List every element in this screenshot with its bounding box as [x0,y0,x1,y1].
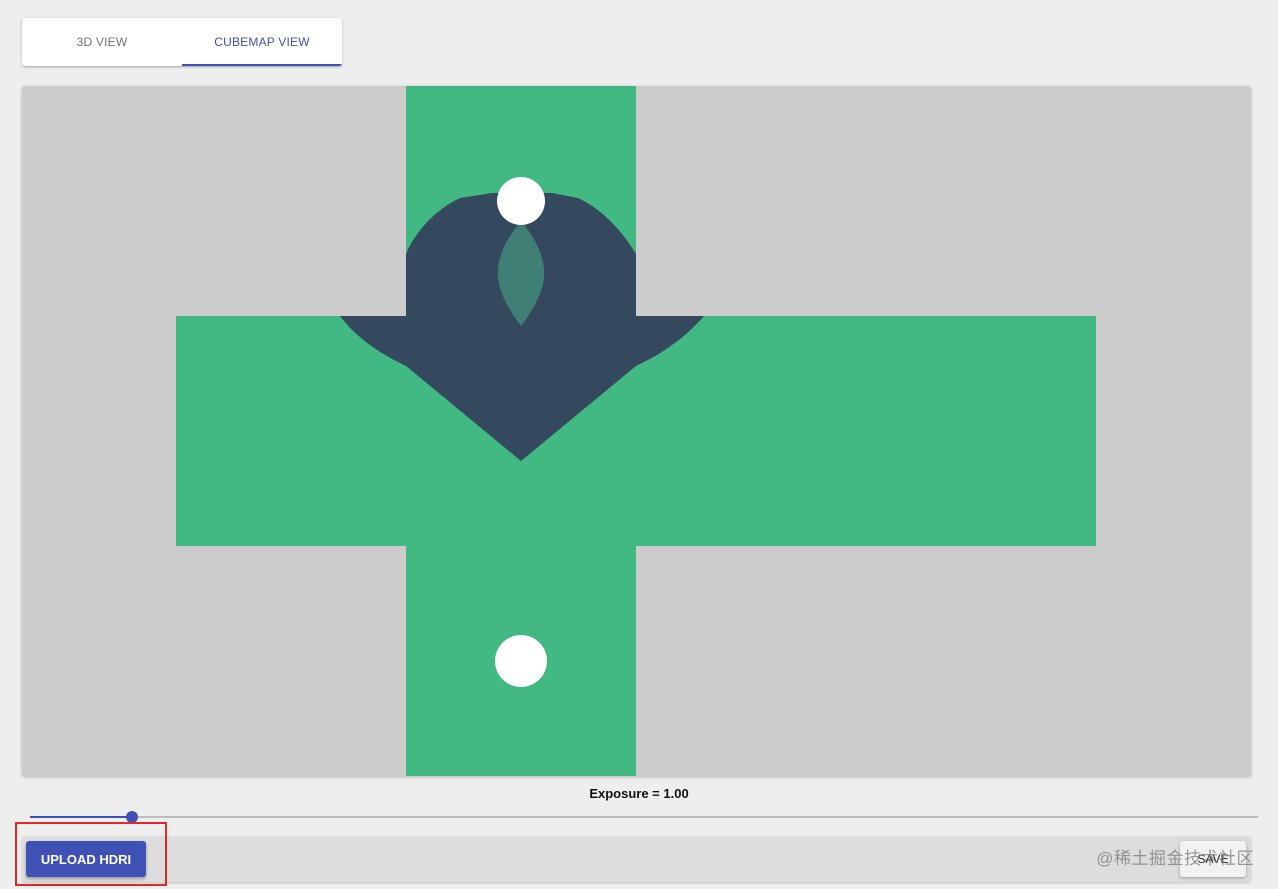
view-tabs: 3D VIEW CUBEMAP VIEW [22,18,342,66]
save-button[interactable]: SAVE [1180,841,1246,877]
slider-thumb[interactable] [125,811,138,823]
tab-cubemap-view[interactable]: CUBEMAP VIEW [182,18,342,66]
bottom-toolbar: UPLOAD HDRI SAVE [22,836,1251,882]
cubemap-canvas[interactable] [22,86,1251,776]
cubemap-viewer[interactable] [22,86,1251,776]
exposure-slider[interactable] [30,808,1258,826]
cube-top-dot [497,177,545,225]
app-page: 3D VIEW CUBEMAP VIEW Exposure = 1.00 UPL… [0,0,1278,889]
cube-bottom-dot [495,635,547,687]
exposure-label: Exposure = 1.00 [589,786,689,801]
upload-hdri-button[interactable]: UPLOAD HDRI [26,841,146,877]
slider-track[interactable] [30,816,1258,818]
slider-fill [30,816,132,818]
tab-3d-view[interactable]: 3D VIEW [22,18,182,66]
